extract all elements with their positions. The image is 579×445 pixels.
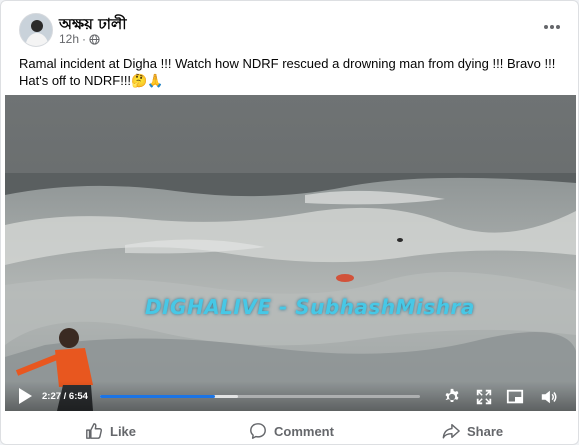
video-watermark: DIGHALIVE - SubhashMishra: [145, 295, 475, 319]
share-button[interactable]: Share: [442, 418, 503, 444]
settings-gear-icon[interactable]: [443, 388, 461, 406]
post-card: অক্ষয় ঢালী 12h · Ramal incident at Digh…: [0, 0, 579, 445]
share-label: Share: [467, 423, 504, 439]
share-arrow-icon: [442, 423, 460, 439]
picture-in-picture-icon[interactable]: [506, 388, 524, 406]
play-icon[interactable]: [17, 387, 33, 405]
more-dots-icon: [544, 25, 560, 29]
post-header: অক্ষয় ঢালী 12h ·: [15, 11, 568, 47]
thumbs-up-icon: [86, 423, 103, 439]
video-progress-bar[interactable]: [100, 395, 420, 398]
like-label: Like: [110, 423, 137, 439]
video-time: 2:27 / 6:54: [42, 391, 88, 402]
post-time[interactable]: 12h: [59, 32, 79, 46]
video-player[interactable]: DIGHALIVE - SubhashMishra 2:27 / 6:54: [5, 95, 576, 411]
profile-photo: [20, 14, 52, 46]
video-progress-fill: [100, 395, 216, 398]
post-actions: Like Comment Share: [1, 416, 578, 444]
comment-bubble-icon: [250, 423, 266, 439]
video-frame: [5, 95, 576, 411]
comment-label: Comment: [274, 423, 334, 439]
more-options-button[interactable]: [538, 15, 566, 39]
video-controls: 2:27 / 6:54: [5, 381, 576, 411]
comment-button[interactable]: Comment: [249, 418, 334, 444]
volume-icon[interactable]: [540, 388, 558, 406]
post-meta: 12h ·: [59, 32, 100, 46]
like-button[interactable]: Like: [85, 418, 136, 444]
avatar[interactable]: [19, 13, 53, 47]
fullscreen-icon[interactable]: [475, 388, 493, 406]
post-caption: Ramal incident at Digha !!! Watch how ND…: [19, 56, 556, 88]
globe-icon: [89, 33, 100, 45]
